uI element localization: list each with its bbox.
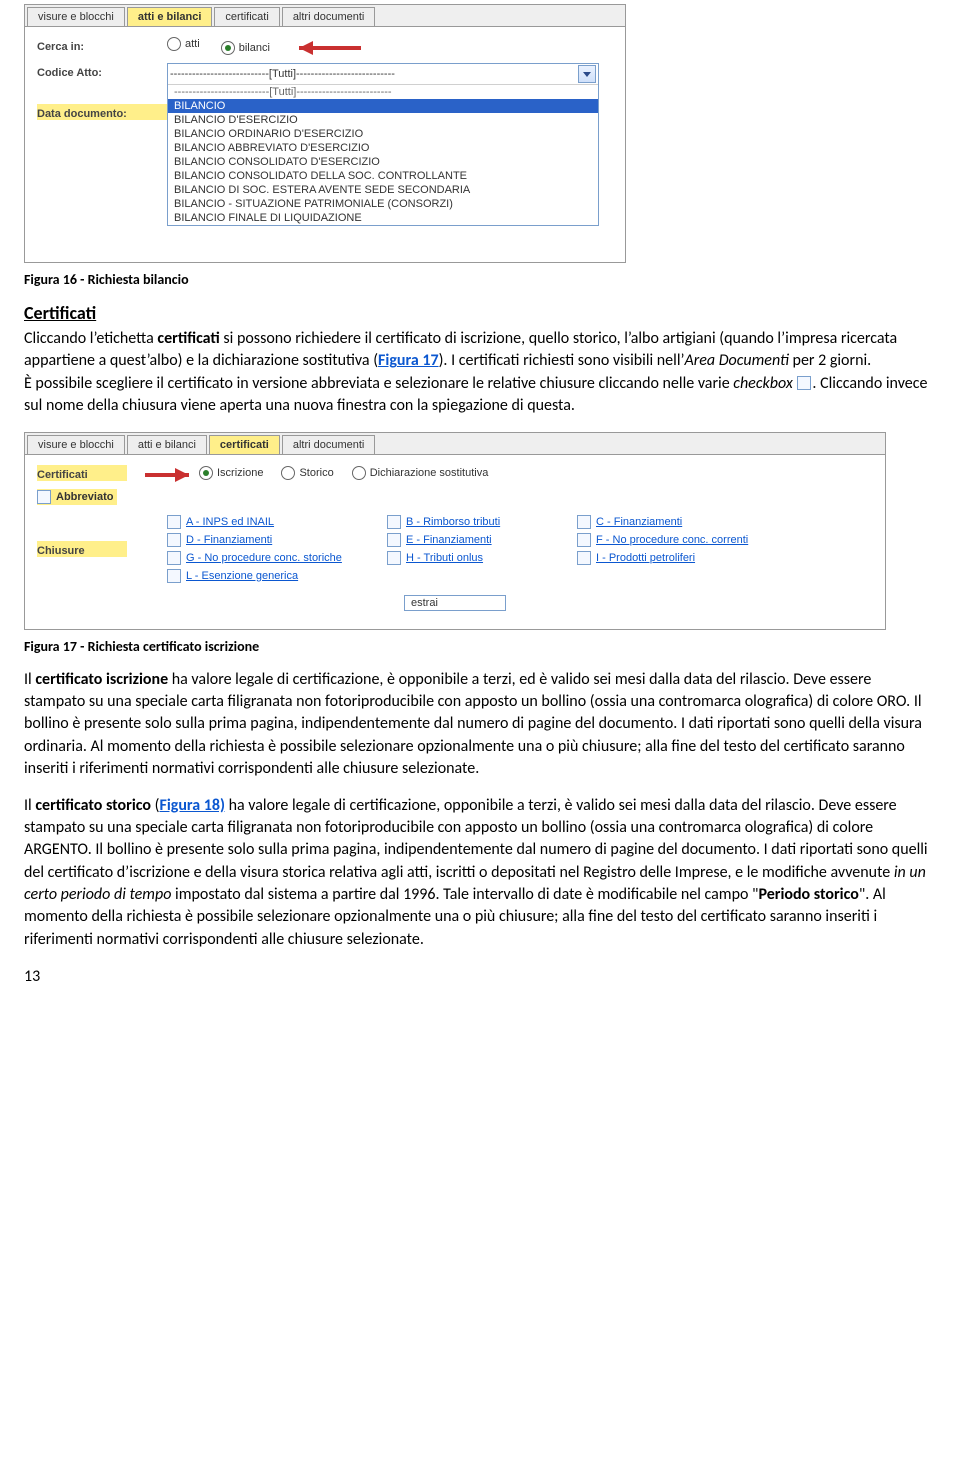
figure-17-screenshot: visure e blocchi atti e bilanci certific… — [24, 432, 886, 630]
select-head-text: ---------------------------[Tutti]------… — [170, 68, 578, 80]
select-opt-bilancio[interactable]: BILANCIO — [168, 99, 598, 113]
checkbox-abbreviato[interactable]: Abbreviato — [37, 489, 117, 505]
chk-a[interactable]: A - INPS ed INAIL — [167, 515, 355, 529]
tabs-row-17: visure e blocchi atti e bilanci certific… — [25, 433, 885, 455]
page-number: 13 — [24, 967, 936, 986]
figure-16-caption: Figura 16 - Richiesta bilancio — [24, 271, 936, 288]
select-opt[interactable]: BILANCIO D'ESERCIZIO — [168, 113, 598, 127]
chk-d[interactable]: D - Finanziamenti — [167, 533, 355, 547]
tab-altri[interactable]: altri documenti — [282, 435, 376, 454]
radio-dich-label: Dichiarazione sostitutiva — [370, 467, 489, 479]
label-data-documento: Data documento: — [37, 104, 167, 120]
select-opt[interactable]: BILANCIO ORDINARIO D'ESERCIZIO — [168, 127, 598, 141]
chk-e[interactable]: E - Finanziamenti — [387, 533, 545, 547]
figure-17-caption: Figura 17 - Richiesta certificato iscriz… — [24, 638, 936, 655]
radio-atti-label: atti — [185, 38, 200, 50]
paragraph-certificati-intro: Cliccando l’etichetta certificati si pos… — [24, 328, 936, 418]
chk-c[interactable]: C - Finanziamenti — [577, 515, 795, 529]
tab-certificati[interactable]: certificati — [214, 7, 279, 26]
tab-visure[interactable]: visure e blocchi — [27, 7, 125, 26]
radio-storico-label: Storico — [299, 467, 333, 479]
select-opt[interactable]: BILANCIO CONSOLIDATO D'ESERCIZIO — [168, 155, 598, 169]
radio-bilanci[interactable]: bilanci — [221, 41, 270, 55]
select-codice-atto[interactable]: ---------------------------[Tutti]------… — [167, 63, 599, 226]
chk-f[interactable]: F - No procedure conc. correnti — [577, 533, 795, 547]
figure-16-screenshot: visure e blocchi atti e bilanci certific… — [24, 4, 626, 263]
label-chiusure: Chiusure — [37, 541, 127, 557]
select-opt[interactable]: BILANCIO - SITUAZIONE PATRIMONIALE (CONS… — [168, 197, 598, 211]
tab-atti-bilanci[interactable]: atti e bilanci — [127, 7, 213, 26]
radio-bilanci-label: bilanci — [239, 42, 270, 54]
link-figura-17[interactable]: Figura 17 — [378, 351, 439, 370]
select-opt[interactable]: BILANCIO ABBREVIATO D'ESERCIZIO — [168, 141, 598, 155]
select-opt[interactable]: BILANCIO CONSOLIDATO DELLA SOC. CONTROLL… — [168, 169, 598, 183]
heading-certificati: Certificati — [24, 302, 936, 324]
checkbox-glyph-icon — [797, 376, 811, 390]
tab-visure[interactable]: visure e blocchi — [27, 435, 125, 454]
paragraph-cert-iscrizione: Il certificato iscrizione ha valore lega… — [24, 669, 936, 781]
arrow-annotation-icon — [135, 468, 189, 478]
select-opt[interactable]: BILANCIO FINALE DI LIQUIDAZIONE — [168, 211, 598, 225]
label-cerca-in: Cerca in: — [37, 37, 167, 53]
arrow-annotation-icon — [299, 41, 377, 51]
abbreviato-label: Abbreviato — [56, 491, 113, 503]
tabs-row: visure e blocchi atti e bilanci certific… — [25, 5, 625, 27]
tab-atti-bilanci[interactable]: atti e bilanci — [127, 435, 207, 454]
dropdown-icon[interactable] — [578, 65, 596, 83]
radio-storico[interactable]: Storico — [281, 466, 333, 480]
tab-certificati[interactable]: certificati — [209, 435, 280, 454]
estrai-button[interactable] — [404, 595, 506, 611]
select-sub-tutti[interactable]: --------------------------[Tutti]-------… — [168, 85, 598, 99]
chk-b[interactable]: B - Rimborso tributi — [387, 515, 545, 529]
tab-altri[interactable]: altri documenti — [282, 7, 376, 26]
chk-h[interactable]: H - Tributi onlus — [387, 551, 545, 565]
radio-iscrizione[interactable]: Iscrizione — [199, 466, 263, 480]
select-opt[interactable]: BILANCIO DI SOC. ESTERA AVENTE SEDE SECO… — [168, 183, 598, 197]
chk-g[interactable]: G - No procedure conc. storiche — [167, 551, 355, 565]
link-figura-18[interactable]: Figura 18) — [159, 796, 225, 815]
label-certificati: Certificati — [37, 465, 127, 481]
radio-atti[interactable]: atti — [167, 37, 200, 51]
chk-i[interactable]: I - Prodotti petroliferi — [577, 551, 795, 565]
radio-dichiarazione[interactable]: Dichiarazione sostitutiva — [352, 466, 489, 480]
chk-l[interactable]: L - Esenzione generica — [167, 569, 355, 583]
paragraph-cert-storico: Il certificato storico (Figura 18) ha va… — [24, 795, 936, 952]
label-codice-atto: Codice Atto: — [37, 63, 167, 79]
radio-iscrizione-label: Iscrizione — [217, 467, 263, 479]
